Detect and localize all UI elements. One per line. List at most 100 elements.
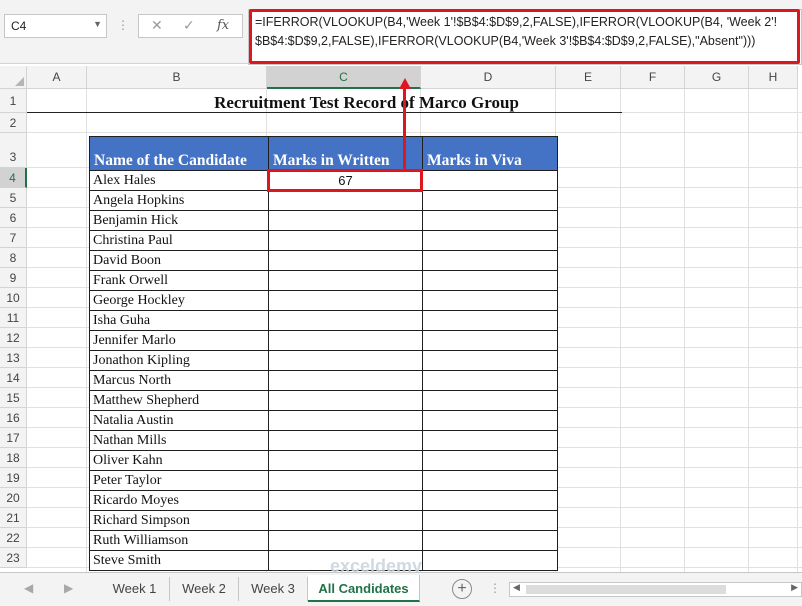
- row-header-15[interactable]: 15: [0, 388, 27, 408]
- scroll-right-arrow-icon[interactable]: ▶: [791, 582, 798, 593]
- row-header-8[interactable]: 8: [0, 248, 27, 268]
- column-header-a[interactable]: A: [27, 66, 87, 89]
- written-marks-cell[interactable]: [268, 490, 423, 511]
- candidate-name-cell[interactable]: David Boon: [89, 250, 269, 271]
- header-viva[interactable]: Marks in Viva: [422, 136, 558, 171]
- written-marks-cell[interactable]: [268, 310, 423, 331]
- written-marks-cell[interactable]: [268, 350, 423, 371]
- written-marks-cell[interactable]: [268, 250, 423, 271]
- candidate-name-cell[interactable]: Nathan Mills: [89, 430, 269, 451]
- viva-marks-cell[interactable]: [422, 450, 558, 471]
- row-header-16[interactable]: 16: [0, 408, 27, 428]
- candidate-name-cell[interactable]: Ricardo Moyes: [89, 490, 269, 511]
- candidate-name-cell[interactable]: Isha Guha: [89, 310, 269, 331]
- name-box[interactable]: C4 ▼: [4, 14, 107, 38]
- written-marks-cell[interactable]: [268, 190, 423, 211]
- viva-marks-cell[interactable]: [422, 470, 558, 491]
- candidate-name-cell[interactable]: George Hockley: [89, 290, 269, 311]
- column-header-e[interactable]: E: [556, 66, 621, 89]
- scroll-right-icon[interactable]: ▶: [64, 581, 73, 595]
- drag-handle-icon[interactable]: ⋮: [117, 18, 130, 32]
- candidate-name-cell[interactable]: Alex Hales: [89, 170, 269, 191]
- column-header-d[interactable]: D: [421, 66, 556, 89]
- candidate-name-cell[interactable]: Oliver Kahn: [89, 450, 269, 471]
- candidate-name-cell[interactable]: Marcus North: [89, 370, 269, 391]
- candidate-name-cell[interactable]: Natalia Austin: [89, 410, 269, 431]
- viva-marks-cell[interactable]: [422, 490, 558, 511]
- select-all-button[interactable]: [0, 66, 27, 89]
- insert-function-icon[interactable]: fx: [217, 18, 229, 33]
- split-handle-icon[interactable]: ⋮: [489, 581, 501, 595]
- candidate-name-cell[interactable]: Frank Orwell: [89, 270, 269, 291]
- sheet-tab-week-2[interactable]: Week 2: [170, 577, 239, 601]
- column-header-g[interactable]: G: [685, 66, 749, 89]
- viva-marks-cell[interactable]: [422, 250, 558, 271]
- viva-marks-cell[interactable]: [422, 290, 558, 311]
- written-marks-cell[interactable]: [268, 230, 423, 251]
- row-header-14[interactable]: 14: [0, 368, 27, 388]
- viva-marks-cell[interactable]: [422, 430, 558, 451]
- candidate-name-cell[interactable]: Jonathon Kipling: [89, 350, 269, 371]
- header-written[interactable]: Marks in Written: [268, 136, 423, 171]
- viva-marks-cell[interactable]: [422, 550, 558, 571]
- scrollbar-thumb[interactable]: [526, 585, 726, 594]
- row-header-22[interactable]: 22: [0, 528, 27, 548]
- row-header-3[interactable]: 3: [0, 133, 27, 168]
- column-header-b[interactable]: B: [87, 66, 267, 89]
- horizontal-scrollbar[interactable]: ◀ ▶: [509, 582, 802, 597]
- row-header-2[interactable]: 2: [0, 113, 27, 133]
- written-marks-cell[interactable]: [268, 410, 423, 431]
- viva-marks-cell[interactable]: [422, 350, 558, 371]
- row-header-20[interactable]: 20: [0, 488, 27, 508]
- scroll-left-icon[interactable]: ◀: [24, 581, 33, 595]
- written-marks-cell[interactable]: [268, 390, 423, 411]
- viva-marks-cell[interactable]: [422, 370, 558, 391]
- row-header-19[interactable]: 19: [0, 468, 27, 488]
- column-header-h[interactable]: H: [749, 66, 798, 89]
- viva-marks-cell[interactable]: [422, 330, 558, 351]
- viva-marks-cell[interactable]: [422, 510, 558, 531]
- candidate-name-cell[interactable]: Ruth Williamson: [89, 530, 269, 551]
- row-header-5[interactable]: 5: [0, 188, 27, 208]
- written-marks-cell[interactable]: [268, 330, 423, 351]
- candidate-name-cell[interactable]: Matthew Shepherd: [89, 390, 269, 411]
- viva-marks-cell[interactable]: [422, 270, 558, 291]
- sheet-tab-all-candidates[interactable]: All Candidates: [308, 575, 420, 602]
- candidate-name-cell[interactable]: Christina Paul: [89, 230, 269, 251]
- column-header-f[interactable]: F: [621, 66, 685, 89]
- header-name[interactable]: Name of the Candidate: [89, 136, 269, 171]
- candidate-name-cell[interactable]: Angela Hopkins: [89, 190, 269, 211]
- candidate-name-cell[interactable]: Peter Taylor: [89, 470, 269, 491]
- row-header-21[interactable]: 21: [0, 508, 27, 528]
- add-sheet-icon[interactable]: +: [452, 579, 472, 599]
- sheet-tab-week-1[interactable]: Week 1: [100, 577, 170, 601]
- written-marks-cell[interactable]: [268, 470, 423, 491]
- viva-marks-cell[interactable]: [422, 170, 558, 191]
- viva-marks-cell[interactable]: [422, 230, 558, 251]
- candidate-name-cell[interactable]: Benjamin Hick: [89, 210, 269, 231]
- row-header-6[interactable]: 6: [0, 208, 27, 228]
- viva-marks-cell[interactable]: [422, 310, 558, 331]
- written-marks-cell[interactable]: [268, 370, 423, 391]
- row-header-9[interactable]: 9: [0, 268, 27, 288]
- viva-marks-cell[interactable]: [422, 390, 558, 411]
- candidate-name-cell[interactable]: Richard Simpson: [89, 510, 269, 531]
- viva-marks-cell[interactable]: [422, 530, 558, 551]
- row-header-11[interactable]: 11: [0, 308, 27, 328]
- row-header-12[interactable]: 12: [0, 328, 27, 348]
- candidate-name-cell[interactable]: Jennifer Marlo: [89, 330, 269, 351]
- written-marks-cell[interactable]: [268, 270, 423, 291]
- row-header-4[interactable]: 4: [0, 168, 27, 188]
- worksheet-grid[interactable]: ABCDEFGH 1 2 3 4 5 6 7 8 9 10 11 12 13 14 15 16 17 18 19 20…: [0, 66, 802, 572]
- enter-icon[interactable]: ✓: [183, 17, 195, 34]
- row-header-23[interactable]: 23: [0, 548, 27, 568]
- candidate-name-cell[interactable]: Steve Smith: [89, 550, 269, 571]
- row-header-18[interactable]: 18: [0, 448, 27, 468]
- written-marks-cell[interactable]: [268, 430, 423, 451]
- row-header-7[interactable]: 7: [0, 228, 27, 248]
- row-header-17[interactable]: 17: [0, 428, 27, 448]
- written-marks-cell[interactable]: [268, 210, 423, 231]
- written-marks-cell[interactable]: [268, 530, 423, 551]
- sheet-tab-week-3[interactable]: Week 3: [239, 577, 308, 601]
- viva-marks-cell[interactable]: [422, 190, 558, 211]
